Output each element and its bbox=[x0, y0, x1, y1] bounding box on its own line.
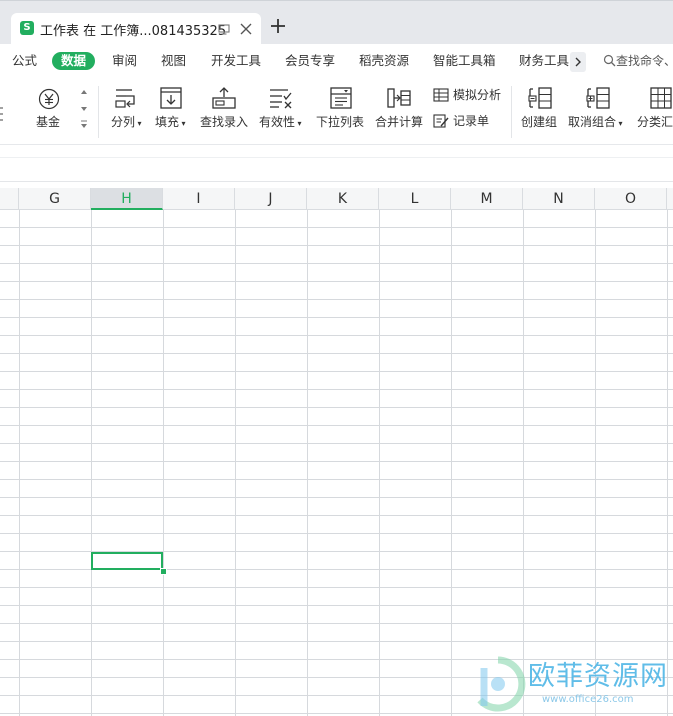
row-gridline bbox=[0, 533, 673, 534]
create-group-label[interactable]: 创建组 bbox=[521, 114, 557, 130]
ungroup-label[interactable]: 取消组合 ▾ bbox=[568, 114, 623, 132]
column-header-o[interactable]: O bbox=[595, 188, 667, 210]
fill-handle[interactable] bbox=[160, 568, 167, 575]
menu-smart-toolbox[interactable]: 智能工具箱 bbox=[433, 52, 496, 70]
row-gridline bbox=[0, 713, 673, 714]
watermark-text: 欧菲资源网 bbox=[528, 661, 668, 692]
lookup-entry-label[interactable]: 查找录入 bbox=[200, 114, 248, 130]
menu-view[interactable]: 视图 bbox=[161, 52, 186, 70]
validity-label[interactable]: 有效性 ▾ bbox=[259, 114, 302, 132]
ribbon-scroll-control[interactable] bbox=[76, 86, 92, 134]
menu-member[interactable]: 会员专享 bbox=[285, 52, 335, 70]
form-label[interactable]: 记录单 bbox=[453, 113, 489, 129]
column-header-partial[interactable] bbox=[667, 188, 673, 210]
column-header-i[interactable]: I bbox=[163, 188, 235, 210]
consolidate-icon[interactable] bbox=[386, 86, 412, 110]
spreadsheet-grid[interactable] bbox=[0, 210, 673, 716]
watermark-url: www.office26.com bbox=[542, 694, 634, 705]
column-header-n[interactable]: N bbox=[523, 188, 595, 210]
split-column-text: 分列 bbox=[111, 115, 136, 129]
row-gridline bbox=[0, 281, 673, 282]
row-gridline bbox=[0, 263, 673, 264]
spreadsheet-app-icon: S bbox=[20, 21, 34, 35]
validity-icon[interactable] bbox=[268, 86, 294, 110]
column-header-h[interactable]: H bbox=[91, 188, 163, 210]
create-group-icon[interactable] bbox=[527, 86, 553, 110]
row-gridline bbox=[0, 407, 673, 408]
column-header-g[interactable]: G bbox=[19, 188, 91, 210]
what-if-icon[interactable] bbox=[433, 88, 449, 102]
row-gridline bbox=[0, 443, 673, 444]
formula-bar-divider bbox=[0, 157, 673, 158]
row-gridline bbox=[0, 425, 673, 426]
title-tab-bar: S 工作表 在 工作簿...081435325 bbox=[0, 0, 673, 45]
row-gridline bbox=[0, 659, 673, 660]
ungroup-text: 取消组合 bbox=[568, 115, 617, 129]
document-tab[interactable]: S 工作表 在 工作簿...081435325 bbox=[11, 13, 261, 45]
what-if-label[interactable]: 模拟分析 bbox=[453, 87, 501, 103]
menu-data[interactable]: 数据 bbox=[52, 52, 96, 70]
row-gridline bbox=[0, 587, 673, 588]
menu-review[interactable]: 审阅 bbox=[112, 52, 137, 70]
command-search[interactable]: 查找命令、 bbox=[603, 52, 673, 69]
dropdown-list-icon[interactable] bbox=[329, 86, 353, 110]
fill-text: 填充 bbox=[155, 115, 180, 129]
fill-icon[interactable] bbox=[159, 86, 183, 110]
close-icon[interactable] bbox=[239, 22, 253, 36]
fund-label[interactable]: 基金 bbox=[36, 114, 60, 130]
menu-docer[interactable]: 稻壳资源 bbox=[359, 52, 409, 70]
active-cell-selection[interactable] bbox=[91, 552, 163, 570]
formula-bar-area[interactable] bbox=[0, 145, 673, 182]
menu-developer[interactable]: 开发工具 bbox=[211, 52, 261, 70]
dropdown-list-label[interactable]: 下拉列表 bbox=[316, 114, 364, 130]
menu-formula[interactable]: 公式 bbox=[12, 52, 37, 70]
split-column-label[interactable]: 分列 ▾ bbox=[111, 114, 142, 132]
row-gridline bbox=[0, 605, 673, 606]
ribbon-separator bbox=[98, 86, 99, 138]
row-gridline bbox=[0, 353, 673, 354]
row-gridline bbox=[0, 227, 673, 228]
row-gridline bbox=[0, 299, 673, 300]
consolidate-label[interactable]: 合并计算 bbox=[375, 114, 423, 130]
form-icon[interactable] bbox=[433, 113, 449, 128]
document-tab-title: 工作表 在 工作簿...081435325 bbox=[40, 24, 227, 39]
row-gridline bbox=[0, 371, 673, 372]
row-gridline bbox=[0, 389, 673, 390]
split-column-icon[interactable] bbox=[114, 86, 140, 110]
column-header-j[interactable]: J bbox=[235, 188, 307, 210]
search-icon bbox=[603, 54, 616, 67]
row-gridline bbox=[0, 641, 673, 642]
row-gridline bbox=[0, 479, 673, 480]
row-gridline bbox=[0, 497, 673, 498]
lookup-entry-icon[interactable] bbox=[211, 86, 237, 110]
row-gridline bbox=[0, 245, 673, 246]
fill-label[interactable]: 填充 ▾ bbox=[155, 114, 186, 132]
column-header-k[interactable]: K bbox=[307, 188, 379, 210]
row-gridline bbox=[0, 317, 673, 318]
subtotal-icon[interactable] bbox=[649, 86, 673, 110]
column-header-m[interactable]: M bbox=[451, 188, 523, 210]
subtotal-label[interactable]: 分类汇 bbox=[637, 114, 673, 130]
row-gridline bbox=[0, 335, 673, 336]
cutoff-icon bbox=[0, 104, 4, 124]
row-gridline bbox=[0, 623, 673, 624]
ungroup-icon[interactable] bbox=[585, 86, 611, 110]
column-header-l[interactable]: L bbox=[379, 188, 451, 210]
plus-icon[interactable] bbox=[270, 18, 286, 34]
row-gridline bbox=[0, 461, 673, 462]
monitor-icon[interactable] bbox=[217, 22, 231, 36]
chevron-right-icon[interactable] bbox=[570, 52, 586, 72]
command-search-placeholder: 查找命令、 bbox=[616, 54, 673, 68]
column-header-partial[interactable] bbox=[0, 188, 19, 210]
fund-icon[interactable] bbox=[38, 88, 60, 110]
menu-finance-tools[interactable]: 财务工具 bbox=[519, 52, 569, 70]
validity-text: 有效性 bbox=[259, 115, 296, 129]
ribbon-separator bbox=[511, 86, 512, 138]
watermark-logo bbox=[477, 656, 526, 712]
row-gridline bbox=[0, 515, 673, 516]
